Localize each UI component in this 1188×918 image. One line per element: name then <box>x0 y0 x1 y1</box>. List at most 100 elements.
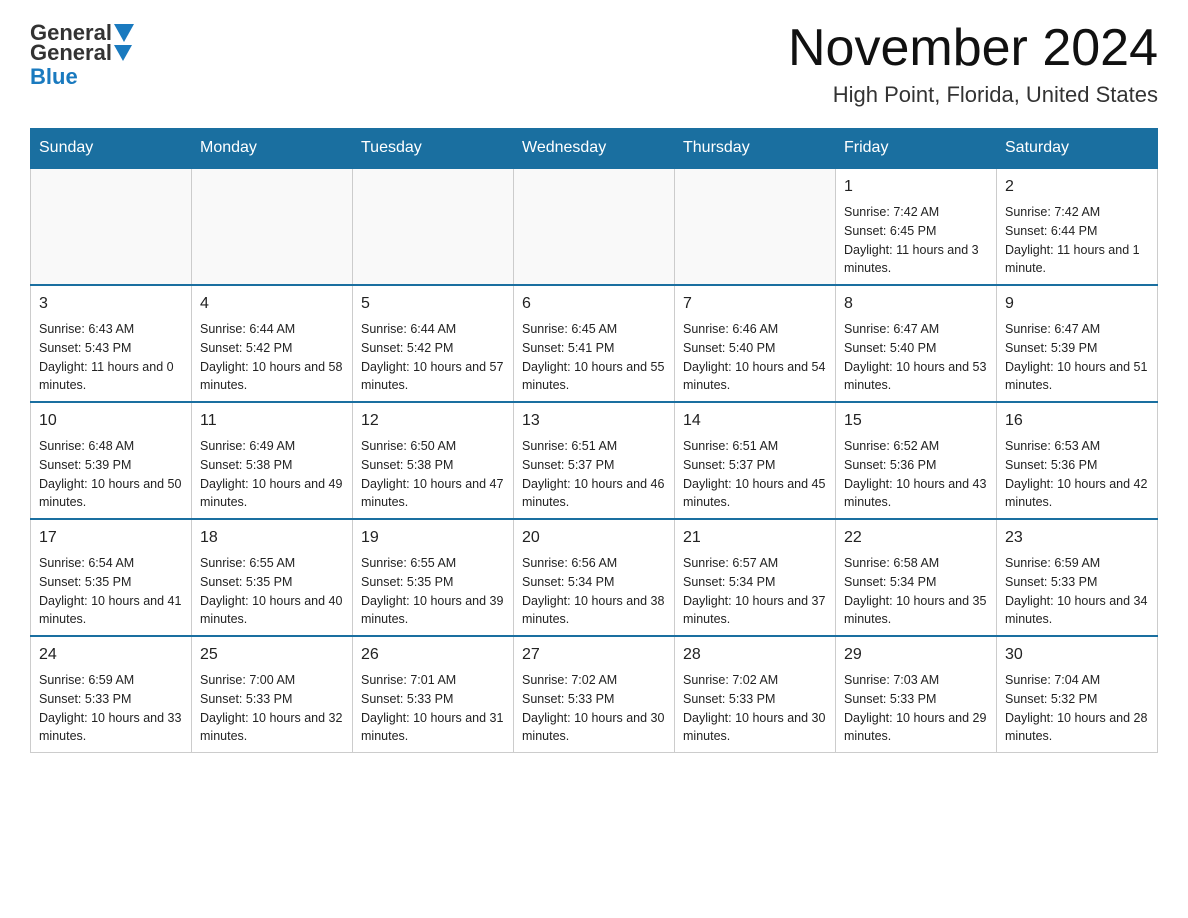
day-info: Sunrise: 6:44 AMSunset: 5:42 PMDaylight:… <box>200 320 344 395</box>
day-number: 14 <box>683 409 827 433</box>
calendar-cell <box>353 168 514 285</box>
day-info: Sunrise: 7:04 AMSunset: 5:32 PMDaylight:… <box>1005 671 1149 746</box>
day-number: 25 <box>200 643 344 667</box>
calendar-table: Sunday Monday Tuesday Wednesday Thursday… <box>30 128 1158 753</box>
day-info: Sunrise: 6:59 AMSunset: 5:33 PMDaylight:… <box>1005 554 1149 629</box>
day-number: 15 <box>844 409 988 433</box>
logo-blue-text: Blue <box>30 64 78 90</box>
calendar-cell: 10Sunrise: 6:48 AMSunset: 5:39 PMDayligh… <box>31 402 192 519</box>
col-tuesday: Tuesday <box>353 129 514 169</box>
week-row-4: 17 Sunrise: 6:54 AMSunset: 5:35 PMDayligh… <box>31 519 1158 636</box>
calendar-cell: 29 Sunrise: 7:03 AMSunset: 5:33 PMDayligh… <box>836 636 997 753</box>
day-number: 18 <box>200 526 344 550</box>
col-friday: Friday <box>836 129 997 169</box>
calendar-cell: 22 Sunrise: 6:58 AMSunset: 5:34 PMDayligh… <box>836 519 997 636</box>
calendar-cell: 5 Sunrise: 6:44 AMSunset: 5:42 PMDaylight… <box>353 285 514 402</box>
title-area: November 2024 High Point, Florida, Unite… <box>788 20 1158 108</box>
calendar-cell: 16 Sunrise: 6:53 AMSunset: 5:36 PMDayligh… <box>997 402 1158 519</box>
day-number: 10 <box>39 409 183 433</box>
day-number: 16 <box>1005 409 1149 433</box>
location-subtitle: High Point, Florida, United States <box>788 82 1158 108</box>
calendar-cell: 17 Sunrise: 6:54 AMSunset: 5:35 PMDayligh… <box>31 519 192 636</box>
calendar-cell: 2Sunrise: 7:42 AMSunset: 6:44 PMDaylight… <box>997 168 1158 285</box>
day-info: Sunrise: 6:47 AMSunset: 5:40 PMDaylight:… <box>844 320 988 395</box>
calendar-cell <box>514 168 675 285</box>
day-info: Sunrise: 6:55 AMSunset: 5:35 PMDaylight:… <box>200 554 344 629</box>
day-number: 29 <box>844 643 988 667</box>
day-info: Sunrise: 6:44 AMSunset: 5:42 PMDaylight:… <box>361 320 505 395</box>
calendar-cell: 14 Sunrise: 6:51 AMSunset: 5:37 PMDayligh… <box>675 402 836 519</box>
month-title: November 2024 <box>788 20 1158 77</box>
calendar-cell: 15 Sunrise: 6:52 AMSunset: 5:36 PMDayligh… <box>836 402 997 519</box>
day-info: Sunrise: 7:00 AMSunset: 5:33 PMDaylight:… <box>200 671 344 746</box>
day-number: 4 <box>200 292 344 316</box>
calendar-cell: 4 Sunrise: 6:44 AMSunset: 5:42 PMDaylight… <box>192 285 353 402</box>
calendar-cell: 1 Sunrise: 7:42 AMSunset: 6:45 PMDaylight… <box>836 168 997 285</box>
day-info: Sunrise: 6:54 AMSunset: 5:35 PMDaylight:… <box>39 554 183 629</box>
calendar-cell: 8 Sunrise: 6:47 AMSunset: 5:40 PMDaylight… <box>836 285 997 402</box>
col-saturday: Saturday <box>997 129 1158 169</box>
calendar-cell: 27Sunrise: 7:02 AMSunset: 5:33 PMDayligh… <box>514 636 675 753</box>
logo-area: General General Blue <box>30 20 136 90</box>
day-number: 28 <box>683 643 827 667</box>
day-info: Sunrise: 7:42 AMSunset: 6:45 PMDaylight:… <box>844 203 988 278</box>
calendar-cell: 19 Sunrise: 6:55 AMSunset: 5:35 PMDayligh… <box>353 519 514 636</box>
day-number: 9 <box>1005 292 1149 316</box>
day-info: Sunrise: 6:50 AMSunset: 5:38 PMDaylight:… <box>361 437 505 512</box>
day-info: Sunrise: 6:43 AMSunset: 5:43 PMDaylight:… <box>39 320 183 395</box>
day-info: Sunrise: 6:45 AMSunset: 5:41 PMDaylight:… <box>522 320 666 395</box>
week-row-2: 3 Sunrise: 6:43 AMSunset: 5:43 PMDaylight… <box>31 285 1158 402</box>
day-info: Sunrise: 6:49 AMSunset: 5:38 PMDaylight:… <box>200 437 344 512</box>
calendar-cell: 11 Sunrise: 6:49 AMSunset: 5:38 PMDayligh… <box>192 402 353 519</box>
day-number: 23 <box>1005 526 1149 550</box>
week-row-3: 10Sunrise: 6:48 AMSunset: 5:39 PMDayligh… <box>31 402 1158 519</box>
calendar-cell: 12Sunrise: 6:50 AMSunset: 5:38 PMDayligh… <box>353 402 514 519</box>
day-number: 13 <box>522 409 666 433</box>
day-info: Sunrise: 6:58 AMSunset: 5:34 PMDaylight:… <box>844 554 988 629</box>
col-thursday: Thursday <box>675 129 836 169</box>
day-info: Sunrise: 6:52 AMSunset: 5:36 PMDaylight:… <box>844 437 988 512</box>
day-number: 8 <box>844 292 988 316</box>
calendar-cell <box>192 168 353 285</box>
day-number: 3 <box>39 292 183 316</box>
logo-general-text2: General <box>30 40 112 66</box>
calendar-cell: 13 Sunrise: 6:51 AMSunset: 5:37 PMDayligh… <box>514 402 675 519</box>
day-number: 17 <box>39 526 183 550</box>
day-number: 11 <box>200 409 344 433</box>
day-number: 26 <box>361 643 505 667</box>
day-info: Sunrise: 6:51 AMSunset: 5:37 PMDaylight:… <box>522 437 666 512</box>
header: General General Blue November 2024 High … <box>30 20 1158 108</box>
calendar-cell: 20Sunrise: 6:56 AMSunset: 5:34 PMDayligh… <box>514 519 675 636</box>
day-info: Sunrise: 6:55 AMSunset: 5:35 PMDaylight:… <box>361 554 505 629</box>
day-number: 21 <box>683 526 827 550</box>
logo-arrow-icon <box>114 45 132 61</box>
day-info: Sunrise: 6:56 AMSunset: 5:34 PMDaylight:… <box>522 554 666 629</box>
col-monday: Monday <box>192 129 353 169</box>
day-info: Sunrise: 7:02 AMSunset: 5:33 PMDaylight:… <box>522 671 666 746</box>
day-info: Sunrise: 7:01 AMSunset: 5:33 PMDaylight:… <box>361 671 505 746</box>
calendar-cell: 21Sunrise: 6:57 AMSunset: 5:34 PMDayligh… <box>675 519 836 636</box>
day-info: Sunrise: 6:59 AMSunset: 5:33 PMDaylight:… <box>39 671 183 746</box>
day-number: 1 <box>844 175 988 199</box>
day-number: 24 <box>39 643 183 667</box>
day-info: Sunrise: 6:51 AMSunset: 5:37 PMDaylight:… <box>683 437 827 512</box>
day-number: 22 <box>844 526 988 550</box>
day-info: Sunrise: 7:03 AMSunset: 5:33 PMDaylight:… <box>844 671 988 746</box>
calendar-cell: 6 Sunrise: 6:45 AMSunset: 5:41 PMDaylight… <box>514 285 675 402</box>
header-row: Sunday Monday Tuesday Wednesday Thursday… <box>31 129 1158 169</box>
day-number: 30 <box>1005 643 1149 667</box>
calendar-cell: 26 Sunrise: 7:01 AMSunset: 5:33 PMDayligh… <box>353 636 514 753</box>
calendar-cell: 28Sunrise: 7:02 AMSunset: 5:33 PMDayligh… <box>675 636 836 753</box>
calendar-cell: 25 Sunrise: 7:00 AMSunset: 5:33 PMDayligh… <box>192 636 353 753</box>
day-number: 19 <box>361 526 505 550</box>
day-number: 5 <box>361 292 505 316</box>
calendar-cell: 23 Sunrise: 6:59 AMSunset: 5:33 PMDayligh… <box>997 519 1158 636</box>
calendar-cell: 30 Sunrise: 7:04 AMSunset: 5:32 PMDayligh… <box>997 636 1158 753</box>
calendar-cell: 3 Sunrise: 6:43 AMSunset: 5:43 PMDaylight… <box>31 285 192 402</box>
day-info: Sunrise: 6:53 AMSunset: 5:36 PMDaylight:… <box>1005 437 1149 512</box>
calendar-cell: 7Sunrise: 6:46 AMSunset: 5:40 PMDaylight… <box>675 285 836 402</box>
col-wednesday: Wednesday <box>514 129 675 169</box>
day-number: 6 <box>522 292 666 316</box>
day-info: Sunrise: 6:47 AMSunset: 5:39 PMDaylight:… <box>1005 320 1149 395</box>
day-info: Sunrise: 6:46 AMSunset: 5:40 PMDaylight:… <box>683 320 827 395</box>
